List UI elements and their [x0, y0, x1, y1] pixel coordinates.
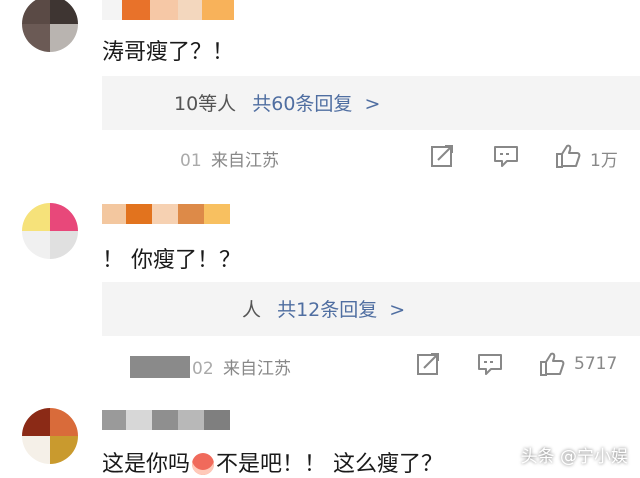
reply-count[interactable]: 共12条回复: [277, 299, 377, 321]
username-pixelated[interactable]: [102, 0, 234, 20]
reply-summary[interactable]: 10等人 共60条回复 >: [102, 76, 640, 130]
emoji-pig-icon: [192, 453, 215, 475]
chevron-right-icon: >: [364, 93, 381, 115]
reply-summary[interactable]: 人 共12条回复 >: [102, 282, 640, 336]
avatar-tile: [22, 0, 50, 24]
avatar[interactable]: [22, 408, 78, 464]
avatar-tile: [22, 436, 50, 464]
avatar[interactable]: [22, 203, 78, 259]
comment-icon[interactable]: [476, 350, 504, 378]
share-icon[interactable]: [428, 142, 456, 170]
like-icon[interactable]: [538, 350, 566, 378]
avatar-tile: [50, 203, 78, 231]
source-text: 01 来自江苏: [180, 151, 280, 171]
reply-count[interactable]: 共60条回复: [252, 93, 352, 115]
like-count: 5717: [574, 354, 618, 374]
like-count: 1万: [590, 151, 618, 171]
reply-users: 人: [242, 299, 262, 321]
chevron-right-icon: >: [389, 299, 406, 321]
avatar-tile: [50, 436, 78, 464]
avatar-tile: [50, 231, 78, 259]
comment-text: 涛哥瘦了？！: [102, 40, 235, 65]
watermark: 头条 @宁小娱: [520, 447, 628, 467]
comment-text: ！ 你瘦了！？: [102, 248, 241, 273]
comment-meta: 01 来自江苏 1万: [102, 142, 640, 172]
avatar-tile: [22, 203, 50, 231]
username-pixelated[interactable]: [102, 204, 230, 224]
avatar-tile: [50, 408, 78, 436]
comment-icon[interactable]: [492, 142, 520, 170]
avatar-tile: [50, 24, 78, 52]
source-text: 02 来自江苏: [192, 359, 292, 379]
avatar-tile: [22, 231, 50, 259]
avatar-tile: [22, 408, 50, 436]
comment-meta: 02 来自江苏 5717: [102, 350, 640, 380]
reply-users: 10等人: [174, 93, 237, 115]
username-pixelated[interactable]: [102, 410, 230, 430]
comment-text: 这是你吗 不是吧！！ 这么瘦了？: [102, 452, 444, 477]
like-icon[interactable]: [554, 142, 582, 170]
avatar[interactable]: [22, 0, 78, 52]
share-icon[interactable]: [414, 350, 442, 378]
avatar-tile: [22, 24, 50, 52]
avatar-tile: [50, 0, 78, 24]
